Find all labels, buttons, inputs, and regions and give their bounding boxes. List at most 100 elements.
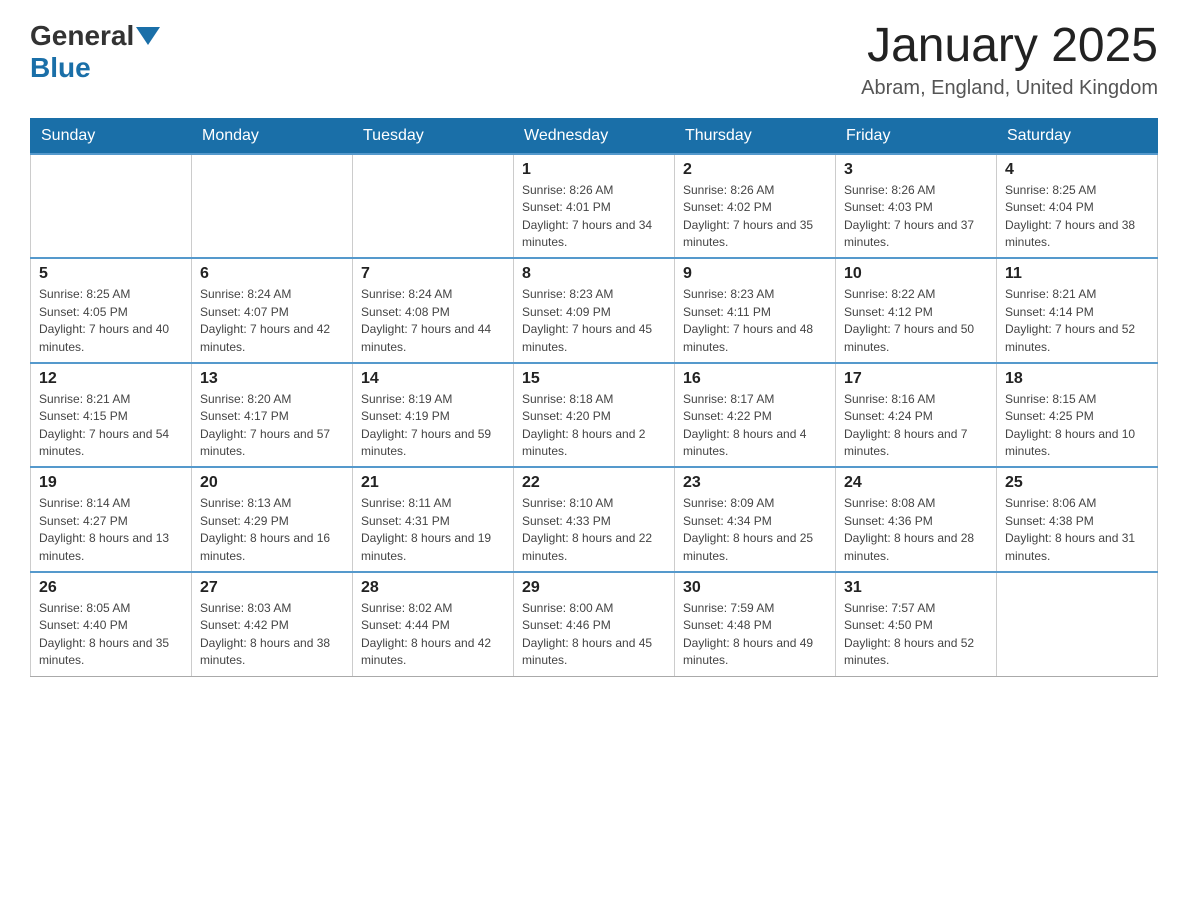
day-info: Sunrise: 8:25 AMSunset: 4:05 PMDaylight:…	[39, 286, 183, 356]
day-number: 28	[361, 579, 505, 597]
day-of-week-header: Monday	[192, 118, 353, 154]
calendar-day-cell: 6 Sunrise: 8:24 AMSunset: 4:07 PMDaylight…	[192, 258, 353, 363]
calendar-day-cell: 3 Sunrise: 8:26 AMSunset: 4:03 PMDaylight…	[836, 154, 997, 259]
calendar-table: SundayMondayTuesdayWednesdayThursdayFrid…	[30, 118, 1158, 677]
logo-triangle-icon	[136, 27, 160, 45]
day-info: Sunrise: 8:02 AMSunset: 4:44 PMDaylight:…	[361, 600, 505, 670]
calendar-day-cell: 23Sunrise: 8:09 AMSunset: 4:34 PMDayligh…	[675, 467, 836, 572]
day-number: 2	[683, 161, 827, 179]
calendar-day-cell: 29 Sunrise: 8:00 AMSunset: 4:46 PMDayligh…	[514, 572, 675, 676]
calendar-day-cell: 7 Sunrise: 8:24 AMSunset: 4:08 PMDaylight…	[353, 258, 514, 363]
calendar-day-cell: 19 Sunrise: 8:14 AMSunset: 4:27 PMDayligh…	[31, 467, 192, 572]
calendar-day-cell: 10Sunrise: 8:22 AMSunset: 4:12 PMDayligh…	[836, 258, 997, 363]
calendar-week-row: 12Sunrise: 8:21 AMSunset: 4:15 PMDayligh…	[31, 363, 1158, 468]
day-number: 17	[844, 370, 988, 388]
calendar-empty-cell	[192, 154, 353, 259]
day-number: 19	[39, 474, 183, 492]
calendar-day-cell: 2 Sunrise: 8:26 AMSunset: 4:02 PMDaylight…	[675, 154, 836, 259]
calendar-day-cell: 8Sunrise: 8:23 AMSunset: 4:09 PMDaylight…	[514, 258, 675, 363]
calendar-empty-cell	[353, 154, 514, 259]
day-info: Sunrise: 8:21 AMSunset: 4:14 PMDaylight:…	[1005, 286, 1149, 356]
day-info: Sunrise: 8:13 AMSunset: 4:29 PMDaylight:…	[200, 495, 344, 565]
day-info: Sunrise: 8:14 AMSunset: 4:27 PMDaylight:…	[39, 495, 183, 565]
calendar-day-cell: 15 Sunrise: 8:18 AMSunset: 4:20 PMDayligh…	[514, 363, 675, 468]
calendar-day-cell: 1 Sunrise: 8:26 AMSunset: 4:01 PMDaylight…	[514, 154, 675, 259]
day-number: 24	[844, 474, 988, 492]
day-number: 27	[200, 579, 344, 597]
calendar-day-cell: 14 Sunrise: 8:19 AMSunset: 4:19 PMDayligh…	[353, 363, 514, 468]
day-info: Sunrise: 8:10 AMSunset: 4:33 PMDaylight:…	[522, 495, 666, 565]
day-info: Sunrise: 8:06 AMSunset: 4:38 PMDaylight:…	[1005, 495, 1149, 565]
calendar-day-cell: 20 Sunrise: 8:13 AMSunset: 4:29 PMDayligh…	[192, 467, 353, 572]
day-number: 15	[522, 370, 666, 388]
day-info: Sunrise: 8:24 AMSunset: 4:08 PMDaylight:…	[361, 286, 505, 356]
day-number: 14	[361, 370, 505, 388]
day-info: Sunrise: 8:21 AMSunset: 4:15 PMDaylight:…	[39, 391, 183, 461]
day-info: Sunrise: 8:26 AMSunset: 4:03 PMDaylight:…	[844, 182, 988, 252]
calendar-day-cell: 31 Sunrise: 7:57 AMSunset: 4:50 PMDayligh…	[836, 572, 997, 676]
day-number: 30	[683, 579, 827, 597]
day-of-week-header: Friday	[836, 118, 997, 154]
calendar-empty-cell	[31, 154, 192, 259]
logo: General Blue	[30, 20, 162, 84]
day-info: Sunrise: 8:24 AMSunset: 4:07 PMDaylight:…	[200, 286, 344, 356]
day-number: 13	[200, 370, 344, 388]
day-info: Sunrise: 8:11 AMSunset: 4:31 PMDaylight:…	[361, 495, 505, 565]
day-info: Sunrise: 8:00 AMSunset: 4:46 PMDaylight:…	[522, 600, 666, 670]
day-number: 20	[200, 474, 344, 492]
month-title: January 2025	[861, 20, 1158, 73]
calendar-week-row: 19 Sunrise: 8:14 AMSunset: 4:27 PMDayligh…	[31, 467, 1158, 572]
day-number: 9	[683, 265, 827, 283]
title-block: January 2025 Abram, England, United King…	[861, 20, 1158, 100]
calendar-empty-cell	[997, 572, 1158, 676]
day-number: 18	[1005, 370, 1149, 388]
logo-general-text: General	[30, 20, 134, 52]
calendar-day-cell: 18 Sunrise: 8:15 AMSunset: 4:25 PMDayligh…	[997, 363, 1158, 468]
calendar-header-row: SundayMondayTuesdayWednesdayThursdayFrid…	[31, 118, 1158, 154]
day-info: Sunrise: 8:25 AMSunset: 4:04 PMDaylight:…	[1005, 182, 1149, 252]
day-of-week-header: Thursday	[675, 118, 836, 154]
calendar-day-cell: 25Sunrise: 8:06 AMSunset: 4:38 PMDayligh…	[997, 467, 1158, 572]
day-of-week-header: Wednesday	[514, 118, 675, 154]
day-info: Sunrise: 8:18 AMSunset: 4:20 PMDaylight:…	[522, 391, 666, 461]
day-number: 4	[1005, 161, 1149, 179]
calendar-day-cell: 30Sunrise: 7:59 AMSunset: 4:48 PMDayligh…	[675, 572, 836, 676]
day-of-week-header: Sunday	[31, 118, 192, 154]
day-number: 21	[361, 474, 505, 492]
calendar-day-cell: 28 Sunrise: 8:02 AMSunset: 4:44 PMDayligh…	[353, 572, 514, 676]
day-number: 10	[844, 265, 988, 283]
calendar-day-cell: 13Sunrise: 8:20 AMSunset: 4:17 PMDayligh…	[192, 363, 353, 468]
day-info: Sunrise: 7:57 AMSunset: 4:50 PMDaylight:…	[844, 600, 988, 670]
day-info: Sunrise: 8:09 AMSunset: 4:34 PMDaylight:…	[683, 495, 827, 565]
calendar-week-row: 5Sunrise: 8:25 AMSunset: 4:05 PMDaylight…	[31, 258, 1158, 363]
calendar-week-row: 26Sunrise: 8:05 AMSunset: 4:40 PMDayligh…	[31, 572, 1158, 676]
page-header: General Blue January 2025 Abram, England…	[30, 20, 1158, 100]
day-info: Sunrise: 8:03 AMSunset: 4:42 PMDaylight:…	[200, 600, 344, 670]
day-of-week-header: Tuesday	[353, 118, 514, 154]
day-number: 6	[200, 265, 344, 283]
day-info: Sunrise: 8:26 AMSunset: 4:02 PMDaylight:…	[683, 182, 827, 252]
calendar-day-cell: 11Sunrise: 8:21 AMSunset: 4:14 PMDayligh…	[997, 258, 1158, 363]
day-of-week-header: Saturday	[997, 118, 1158, 154]
day-number: 1	[522, 161, 666, 179]
day-info: Sunrise: 8:19 AMSunset: 4:19 PMDaylight:…	[361, 391, 505, 461]
calendar-day-cell: 9 Sunrise: 8:23 AMSunset: 4:11 PMDaylight…	[675, 258, 836, 363]
logo-blue-text: Blue	[30, 52, 91, 84]
day-number: 7	[361, 265, 505, 283]
day-number: 31	[844, 579, 988, 597]
day-info: Sunrise: 8:15 AMSunset: 4:25 PMDaylight:…	[1005, 391, 1149, 461]
calendar-day-cell: 21 Sunrise: 8:11 AMSunset: 4:31 PMDayligh…	[353, 467, 514, 572]
day-info: Sunrise: 8:17 AMSunset: 4:22 PMDaylight:…	[683, 391, 827, 461]
calendar-day-cell: 12Sunrise: 8:21 AMSunset: 4:15 PMDayligh…	[31, 363, 192, 468]
day-number: 29	[522, 579, 666, 597]
day-info: Sunrise: 8:26 AMSunset: 4:01 PMDaylight:…	[522, 182, 666, 252]
calendar-day-cell: 24Sunrise: 8:08 AMSunset: 4:36 PMDayligh…	[836, 467, 997, 572]
calendar-day-cell: 16Sunrise: 8:17 AMSunset: 4:22 PMDayligh…	[675, 363, 836, 468]
day-number: 3	[844, 161, 988, 179]
location-text: Abram, England, United Kingdom	[861, 77, 1158, 100]
day-info: Sunrise: 8:16 AMSunset: 4:24 PMDaylight:…	[844, 391, 988, 461]
calendar-day-cell: 5Sunrise: 8:25 AMSunset: 4:05 PMDaylight…	[31, 258, 192, 363]
day-info: Sunrise: 8:23 AMSunset: 4:11 PMDaylight:…	[683, 286, 827, 356]
calendar-day-cell: 22Sunrise: 8:10 AMSunset: 4:33 PMDayligh…	[514, 467, 675, 572]
calendar-day-cell: 27 Sunrise: 8:03 AMSunset: 4:42 PMDayligh…	[192, 572, 353, 676]
